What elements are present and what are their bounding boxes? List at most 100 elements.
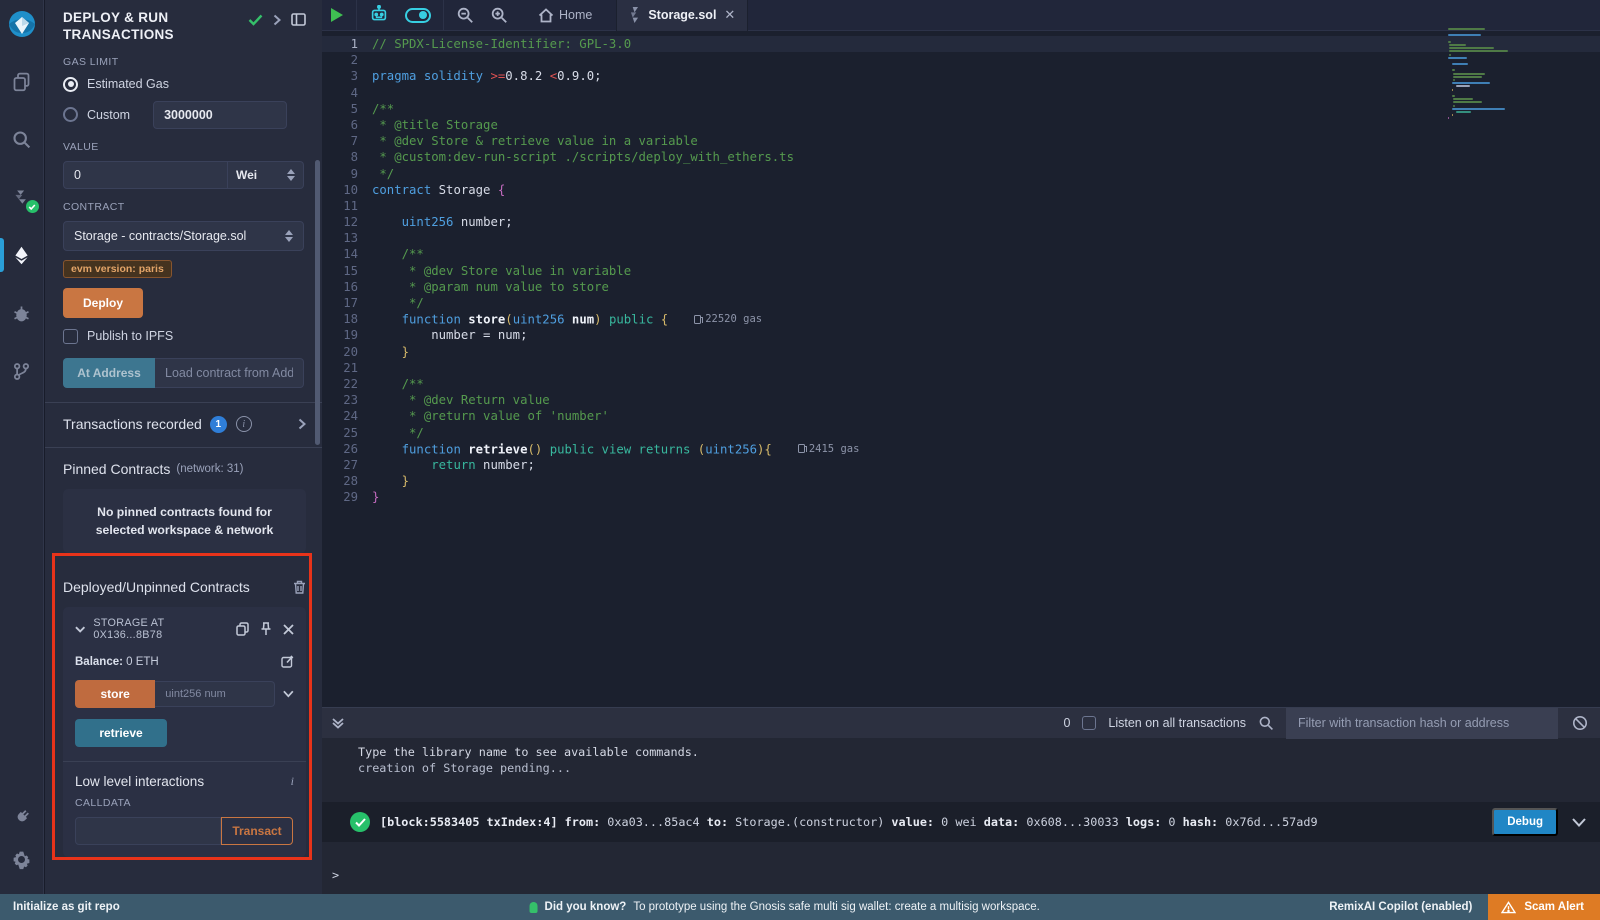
line-number[interactable]: 1 (322, 36, 372, 52)
code-line[interactable]: 1// SPDX-License-Identifier: GPL-3.0 (322, 36, 1600, 52)
line-number[interactable]: 22 (322, 376, 372, 392)
line-number[interactable]: 6 (322, 117, 372, 133)
code-line[interactable]: 11 (322, 198, 1600, 214)
panel-forward-icon[interactable] (273, 14, 281, 26)
code-line[interactable]: 15 * @dev Store value in variable (322, 263, 1600, 279)
contract-select[interactable]: Storage - contracts/Storage.sol (63, 221, 304, 251)
listen-all-checkbox[interactable] (1082, 716, 1096, 730)
code-line[interactable]: 10contract Storage { (322, 182, 1600, 198)
chevron-down-icon[interactable] (75, 626, 85, 633)
store-function-button[interactable]: store (75, 680, 155, 708)
code-line[interactable]: 20 } (322, 344, 1600, 360)
code-line[interactable]: 28 } (322, 473, 1600, 489)
line-number[interactable]: 23 (322, 392, 372, 408)
publish-ipfs-checkbox[interactable] (63, 329, 78, 344)
code-line[interactable]: 17 */ (322, 295, 1600, 311)
panel-scrollbar[interactable] (315, 160, 320, 445)
copilot-toggle[interactable] (397, 0, 439, 31)
line-number[interactable]: 11 (322, 198, 372, 214)
calldata-input[interactable] (75, 817, 221, 845)
code-line[interactable]: 14 /** (322, 246, 1600, 262)
debugger-icon[interactable] (0, 292, 44, 334)
code-line[interactable]: 5/** (322, 101, 1600, 117)
line-number[interactable]: 2 (322, 52, 372, 68)
solidity-compiler-icon[interactable] (0, 176, 44, 218)
code-line[interactable]: 16 * @param num value to store (322, 279, 1600, 295)
code-line[interactable]: 8 * @custom:dev-run-script ./scripts/dep… (322, 149, 1600, 165)
info-icon[interactable]: i (291, 774, 294, 789)
line-number[interactable]: 10 (322, 182, 372, 198)
file-explorer-icon[interactable] (0, 60, 44, 102)
line-number[interactable]: 26 (322, 441, 372, 457)
code-line[interactable]: 2 (322, 52, 1600, 68)
terminal-output[interactable]: Type the library name to see available c… (322, 738, 1600, 894)
line-number[interactable]: 15 (322, 263, 372, 279)
info-icon[interactable]: i (236, 416, 252, 432)
tab-storage-sol[interactable]: Storage.sol ✕ (616, 0, 748, 31)
contract-instance-title[interactable]: STORAGE AT 0X136...8B78 (93, 617, 228, 641)
line-number[interactable]: 12 (322, 214, 372, 230)
transaction-log-row[interactable]: [block:5583405 txIndex:4] from: 0xa03...… (322, 802, 1600, 842)
git-init-status[interactable]: Initialize as git repo (0, 901, 120, 913)
line-number[interactable]: 8 (322, 149, 372, 165)
code-line[interactable]: 27 return number; (322, 457, 1600, 473)
line-number[interactable]: 16 (322, 279, 372, 295)
code-line[interactable]: 26 function retrieve() public view retur… (322, 441, 1600, 457)
home-button[interactable]: Home (530, 0, 600, 31)
remix-logo[interactable] (5, 8, 39, 42)
scam-alert-button[interactable]: Scam Alert (1488, 894, 1600, 920)
code-line[interactable]: 13 (322, 230, 1600, 246)
line-number[interactable]: 20 (322, 344, 372, 360)
line-number[interactable]: 18 (322, 311, 372, 327)
run-script-button[interactable] (322, 0, 352, 31)
code-line[interactable]: 7 * @dev Store & retrieve value in a var… (322, 133, 1600, 149)
code-line[interactable]: 23 * @dev Return value (322, 392, 1600, 408)
line-number[interactable]: 27 (322, 457, 372, 473)
editor-minimap[interactable] (1448, 28, 1512, 120)
terminal-prompt[interactable]: > (322, 868, 1600, 882)
line-number[interactable]: 9 (322, 166, 372, 182)
code-area[interactable]: 1// SPDX-License-Identifier: GPL-3.023pr… (322, 31, 1600, 707)
code-line[interactable]: 19 number = num; (322, 327, 1600, 343)
edit-icon[interactable] (281, 655, 294, 668)
line-number[interactable]: 4 (322, 85, 372, 101)
code-line[interactable]: 4 (322, 85, 1600, 101)
value-unit-select[interactable]: Wei (228, 161, 304, 189)
store-arg-input[interactable] (155, 681, 275, 707)
value-input[interactable] (63, 161, 228, 189)
expand-args-icon[interactable] (283, 690, 294, 698)
trash-icon[interactable] (293, 580, 306, 594)
deploy-run-icon[interactable] (0, 234, 44, 276)
transact-button[interactable]: Transact (221, 817, 293, 845)
search-icon[interactable] (0, 118, 44, 160)
debug-button[interactable]: Debug (1492, 808, 1558, 836)
estimated-gas-radio[interactable]: Estimated Gas (63, 77, 306, 92)
transactions-recorded-section[interactable]: Transactions recorded 1 i (63, 416, 306, 433)
pin-panel-icon[interactable] (291, 13, 306, 26)
clear-console-icon[interactable] (1570, 715, 1600, 731)
expand-tx-icon[interactable] (1572, 818, 1586, 827)
line-number[interactable]: 5 (322, 101, 372, 117)
line-number[interactable]: 29 (322, 489, 372, 505)
line-number[interactable]: 25 (322, 425, 372, 441)
close-icon[interactable] (283, 624, 294, 635)
line-number[interactable]: 21 (322, 360, 372, 376)
code-line[interactable]: 18 function store(uint256 num) public {2… (322, 311, 1600, 327)
pin-icon[interactable] (260, 622, 272, 636)
code-line[interactable]: 3pragma solidity >=0.8.2 <0.9.0; (322, 68, 1600, 84)
terminal-filter-input[interactable] (1286, 708, 1558, 739)
line-number[interactable]: 19 (322, 327, 372, 343)
at-address-button[interactable]: At Address (63, 358, 155, 388)
code-line[interactable]: 25 */ (322, 425, 1600, 441)
zoom-in-icon[interactable] (482, 0, 516, 31)
deploy-button[interactable]: Deploy (63, 288, 143, 318)
code-line[interactable]: 29} (322, 489, 1600, 505)
chevron-right-icon[interactable] (298, 418, 306, 430)
line-number[interactable]: 28 (322, 473, 372, 489)
terminal-collapse-icon[interactable] (322, 718, 354, 729)
at-address-input[interactable] (155, 358, 304, 388)
code-line[interactable]: 9 */ (322, 166, 1600, 182)
line-number[interactable]: 24 (322, 408, 372, 424)
line-number[interactable]: 14 (322, 246, 372, 262)
code-line[interactable]: 6 * @title Storage (322, 117, 1600, 133)
